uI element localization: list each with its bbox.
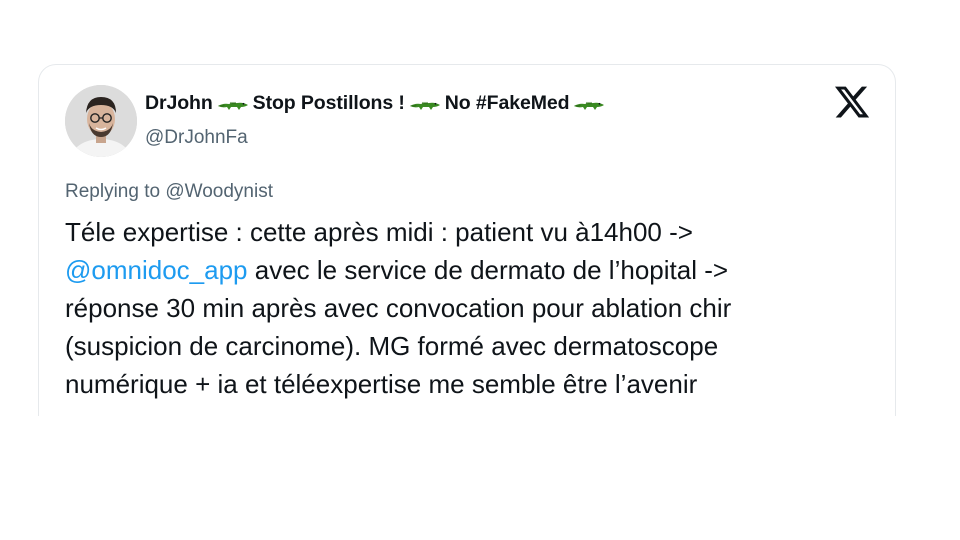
tweet-text: Téle expertise : cette après midi : pati… bbox=[65, 213, 875, 403]
tweet-text-line-2: @omnidoc_app avec le service de dermato … bbox=[65, 251, 875, 289]
tweet-card: DrJohn Stop Postillons ! No #FakeMed @Dr… bbox=[38, 64, 896, 416]
author-name-part-2: Stop Postillons ! bbox=[252, 92, 405, 114]
tweet-text-line-5: numérique + ia et téléexpertise me sembl… bbox=[65, 369, 698, 399]
replying-to: Replying to @Woodynist bbox=[65, 181, 273, 203]
author-avatar[interactable] bbox=[65, 85, 137, 157]
tweet-text-line-3: réponse 30 min après avec convocation po… bbox=[65, 293, 732, 323]
author-name-part-3: No #FakeMed bbox=[444, 92, 570, 114]
author-handle[interactable]: @DrJohnFa bbox=[145, 127, 248, 149]
x-logo-icon[interactable] bbox=[833, 83, 871, 121]
replying-to-handle[interactable]: @Woodynist bbox=[165, 181, 273, 202]
crocodile-icon bbox=[409, 101, 440, 110]
tweet-text-line-2-rest: avec le service de dermato de l’hopital … bbox=[247, 255, 729, 285]
screenshot-stage: DrJohn Stop Postillons ! No #FakeMed @Dr… bbox=[0, 0, 960, 540]
tweet-text-line-1: Téle expertise : cette après midi : pati… bbox=[65, 217, 693, 247]
tweet-text-line-4: (suspicion de carcinome). MG formé avec … bbox=[65, 331, 719, 361]
crocodile-icon bbox=[217, 101, 248, 110]
replying-to-prefix: Replying to bbox=[65, 181, 161, 202]
author-name[interactable]: DrJohn Stop Postillons ! No #FakeMed bbox=[145, 92, 609, 115]
author-name-part-1: DrJohn bbox=[145, 92, 213, 114]
mention-link[interactable]: @omnidoc_app bbox=[65, 255, 248, 285]
crocodile-icon bbox=[574, 101, 605, 110]
